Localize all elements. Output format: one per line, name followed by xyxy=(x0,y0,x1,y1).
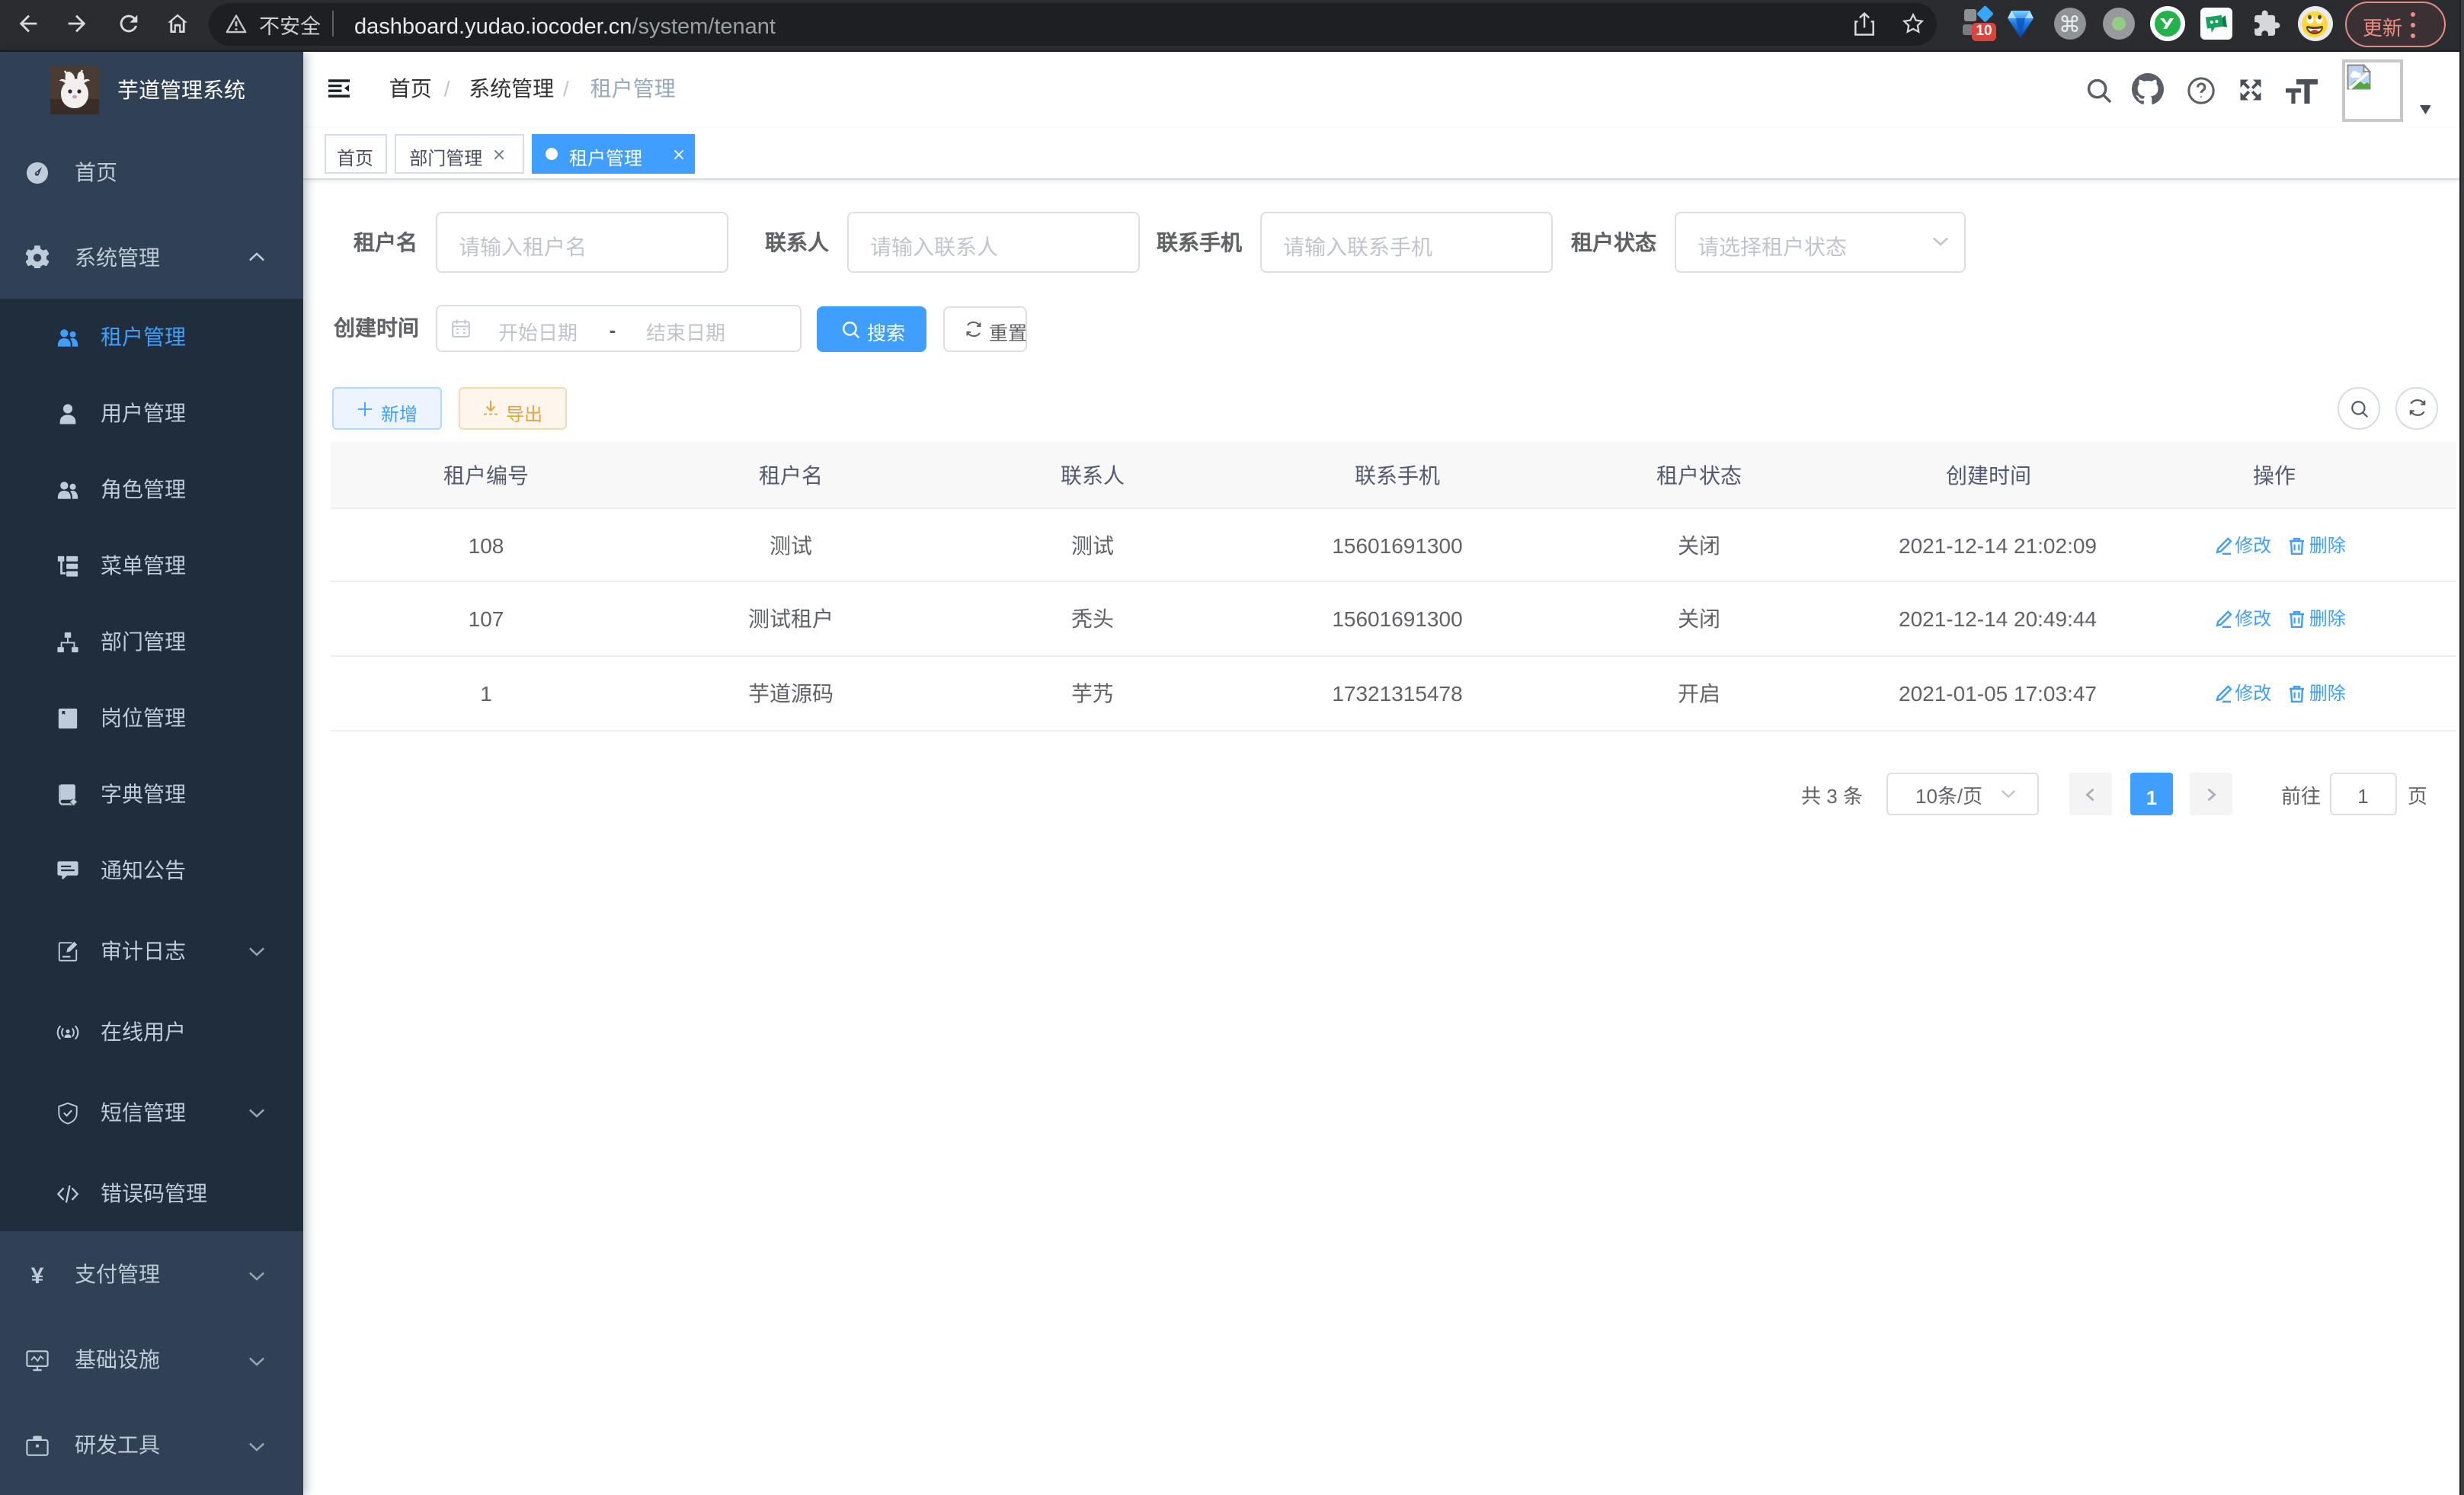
svg-text:¥: ¥ xyxy=(31,1263,44,1285)
